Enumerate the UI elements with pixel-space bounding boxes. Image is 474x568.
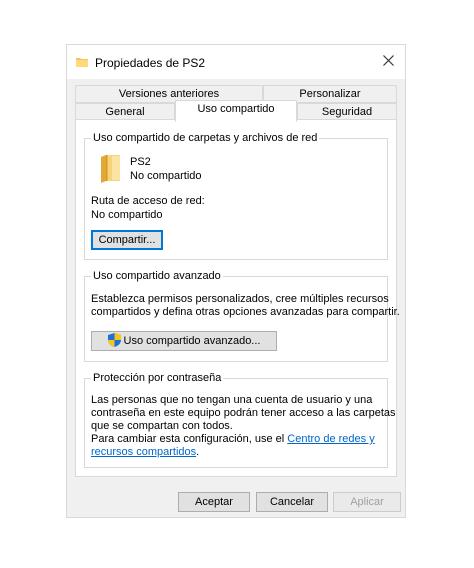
advanced-sharing-button-label: Uso compartido avanzado...: [123, 335, 261, 347]
password-protection-suffix: .: [196, 446, 200, 458]
password-protection-line3: que se compartan con todos.: [91, 420, 233, 432]
close-button[interactable]: [371, 45, 405, 79]
password-protection-line5: recursos compartidos.: [91, 446, 199, 459]
password-protection-line4-text: Para cambiar esta configuración, use el: [91, 433, 288, 445]
advanced-sharing-desc-line1: Establezca permisos personalizados, cree…: [91, 293, 389, 305]
cancel-button[interactable]: Cancelar: [256, 492, 328, 512]
network-center-link[interactable]: Centro de redes y: [287, 433, 374, 445]
advanced-sharing-desc-line2: compartidos y defina otras opciones avan…: [91, 306, 400, 318]
network-sharing-group: Uso compartido de carpetas y archivos de…: [84, 132, 388, 260]
share-button[interactable]: Compartir...: [91, 230, 163, 250]
uac-shield-icon: [107, 332, 121, 350]
title-bar: Propiedades de PS2: [67, 45, 405, 79]
properties-dialog: Propiedades de PS2 Versiones anteriores …: [66, 44, 406, 518]
folder-name: PS2: [130, 156, 151, 168]
folder-icon: [76, 56, 88, 71]
network-path-value: No compartido: [91, 209, 163, 221]
ok-button[interactable]: Aceptar: [178, 492, 250, 512]
window-title: Propiedades de PS2: [95, 56, 206, 70]
tab-uso-compartido[interactable]: Uso compartido: [175, 100, 297, 122]
password-protection-title: Protección por contraseña: [91, 372, 224, 385]
advanced-sharing-group: Uso compartido avanzado Establezca permi…: [84, 270, 400, 362]
sharing-tab-panel: Uso compartido de carpetas y archivos de…: [75, 119, 400, 477]
apply-button[interactable]: Aplicar: [333, 492, 401, 512]
folder-icon: [98, 155, 122, 186]
network-sharing-title: Uso compartido de carpetas y archivos de…: [91, 132, 320, 145]
network-center-link-continued[interactable]: recursos compartidos: [91, 446, 196, 458]
advanced-sharing-title: Uso compartido avanzado: [91, 270, 223, 283]
password-protection-line2: contraseña en este equipo podrán tener a…: [91, 407, 396, 419]
password-protection-line4: Para cambiar esta configuración, use el …: [91, 433, 375, 446]
password-protection-line1: Las personas que no tengan una cuenta de…: [91, 394, 373, 406]
folder-share-status: No compartido: [130, 170, 202, 182]
close-icon: [382, 55, 394, 69]
password-protection-group: Protección por contraseña Las personas q…: [84, 372, 396, 468]
advanced-sharing-button[interactable]: Uso compartido avanzado...: [91, 331, 277, 351]
network-path-label: Ruta de acceso de red:: [91, 195, 205, 207]
